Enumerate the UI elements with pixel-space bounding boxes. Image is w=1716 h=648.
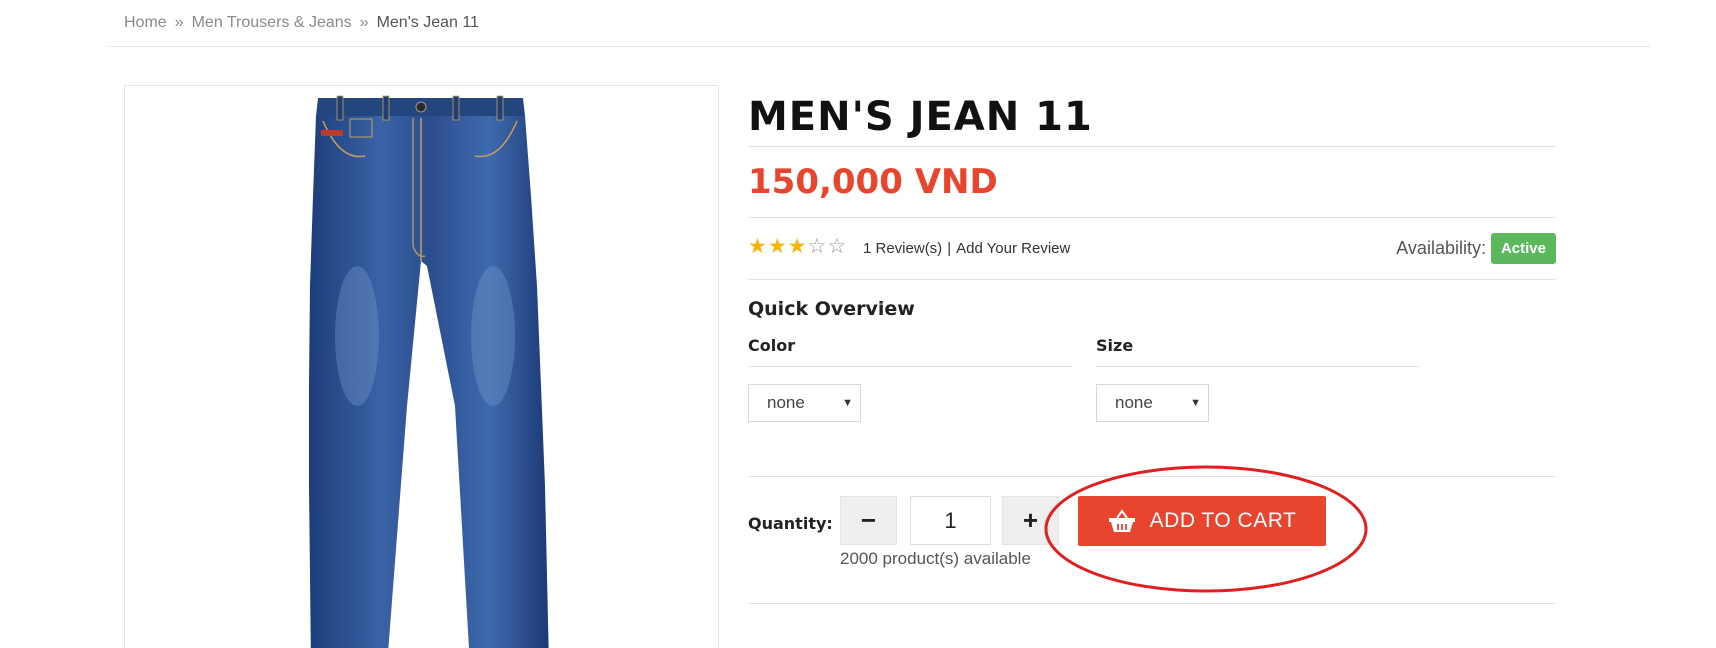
- star-rating: ★★★☆☆: [748, 236, 847, 258]
- quick-overview-title: Quick Overview: [748, 298, 915, 320]
- review-links: 1 Review(s) | Add Your Review: [863, 240, 1070, 257]
- star-filled-icon: ★: [787, 235, 808, 258]
- divider: [748, 603, 1556, 604]
- availability-label: Availability:: [1396, 238, 1486, 258]
- product-image-frame[interactable]: [124, 85, 719, 648]
- blue-jeans-image: [309, 95, 549, 648]
- breadcrumb-current: Men's Jean 11: [376, 14, 479, 31]
- breadcrumb-home-link[interactable]: Home: [124, 14, 167, 31]
- size-select[interactable]: none ▼: [1096, 384, 1209, 422]
- product-details: MEN'S JEAN 11 150,000 VND ★★★☆☆ 1 Review…: [748, 80, 1556, 604]
- basket-icon: [1108, 509, 1136, 533]
- color-label: Color: [748, 336, 796, 355]
- divider: [748, 279, 1556, 280]
- reviews-count-link[interactable]: 1 Review(s): [863, 240, 942, 257]
- breadcrumb-category-link[interactable]: Men Trousers & Jeans: [192, 14, 352, 31]
- product-page: Home » Men Trousers & Jeans » Men's Jean 11: [0, 0, 1716, 648]
- product-options: Color none ▼ Size none ▼: [748, 326, 1556, 476]
- breadcrumb: Home » Men Trousers & Jeans » Men's Jean 11: [124, 14, 479, 32]
- color-option: Color none ▼: [748, 336, 1072, 422]
- breadcrumb-separator: »: [174, 14, 184, 31]
- chevron-down-icon: ▼: [842, 397, 853, 409]
- quantity-label: Quantity:: [748, 514, 833, 533]
- quantity-row: Quantity: − 1 + 2000 product(s) availabl…: [748, 465, 1556, 603]
- quantity-decrease-button[interactable]: −: [840, 496, 897, 545]
- star-filled-icon: ★: [767, 235, 788, 258]
- add-to-cart-button[interactable]: ADD TO CART: [1078, 496, 1326, 546]
- size-option: Size none ▼: [1096, 336, 1420, 422]
- availability: Availability: Active: [1396, 233, 1556, 264]
- star-empty-icon: ☆: [827, 235, 848, 258]
- size-label: Size: [1096, 336, 1134, 355]
- breadcrumb-divider: [108, 46, 1650, 47]
- add-review-link[interactable]: Add Your Review: [956, 240, 1070, 257]
- breadcrumb-separator: »: [359, 14, 369, 31]
- rating-row: ★★★☆☆ 1 Review(s) | Add Your Review Availa…: [748, 218, 1556, 279]
- quantity-input[interactable]: 1: [910, 496, 991, 545]
- review-separator: |: [947, 240, 952, 257]
- availability-status-badge: Active: [1490, 233, 1556, 264]
- product-price: 150,000 VND: [748, 162, 998, 202]
- color-select-value: none: [767, 393, 805, 412]
- star-empty-icon: ☆: [807, 235, 828, 258]
- size-select-value: none: [1115, 393, 1153, 412]
- stock-available-text: 2000 product(s) available: [840, 549, 1031, 568]
- add-to-cart-label: ADD TO CART: [1149, 509, 1297, 532]
- divider: [1096, 366, 1420, 367]
- star-filled-icon: ★: [748, 235, 768, 258]
- chevron-down-icon: ▼: [1190, 397, 1201, 409]
- quantity-increase-button[interactable]: +: [1002, 496, 1059, 545]
- product-title: MEN'S JEAN 11: [748, 94, 1093, 140]
- color-select[interactable]: none ▼: [748, 384, 861, 422]
- divider: [748, 366, 1072, 367]
